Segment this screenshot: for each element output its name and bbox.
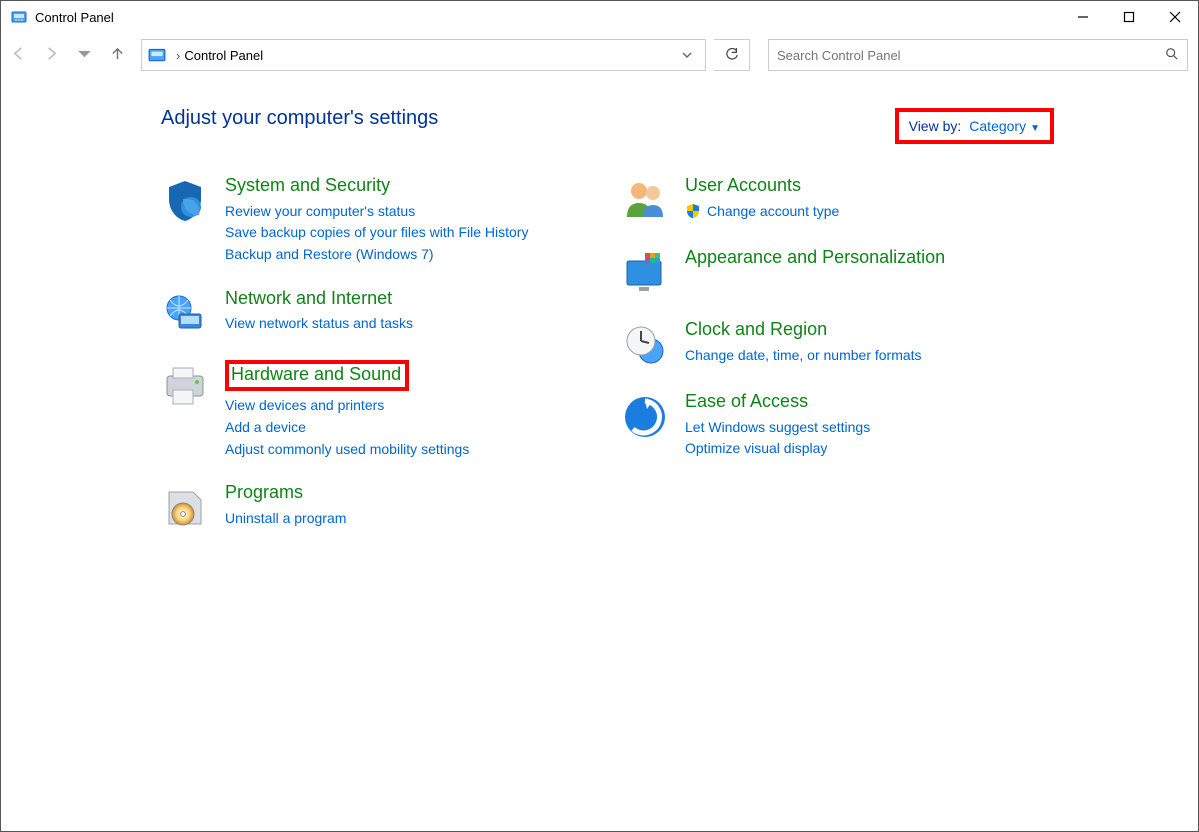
task-link[interactable]: Add a device (225, 417, 469, 439)
back-button[interactable] (11, 46, 26, 64)
close-button[interactable] (1152, 1, 1198, 33)
uac-shield-icon (685, 203, 701, 219)
ease-of-access-icon (621, 393, 669, 441)
address-dropdown[interactable] (669, 49, 705, 61)
address-bar[interactable]: › Control Panel (141, 39, 706, 71)
task-link[interactable]: Change account type (707, 201, 839, 223)
task-link[interactable]: Save backup copies of your files with Fi… (225, 222, 528, 244)
category-ease-of-access: Ease of Access Let Windows suggest setti… (621, 391, 1031, 460)
category-hardware: Hardware and Sound View devices and prin… (161, 360, 571, 461)
refresh-button[interactable] (714, 39, 750, 71)
category-title-user[interactable]: User Accounts (685, 175, 801, 197)
window-title: Control Panel (35, 10, 114, 25)
shield-icon (161, 177, 209, 225)
category-programs: Programs Uninstall a program (161, 482, 571, 532)
search-input[interactable] (777, 48, 1165, 63)
category-title-ease[interactable]: Ease of Access (685, 391, 808, 413)
forward-button[interactable] (44, 46, 59, 64)
task-link[interactable]: Adjust commonly used mobility settings (225, 439, 469, 461)
category-appearance: Appearance and Personalization (621, 247, 1031, 297)
recent-button[interactable] (77, 46, 92, 64)
view-by-value[interactable]: Category▼ (969, 118, 1040, 134)
task-link[interactable]: Optimize visual display (685, 438, 870, 460)
category-title-network[interactable]: Network and Internet (225, 288, 392, 310)
category-title-clock[interactable]: Clock and Region (685, 319, 827, 341)
content-area: Adjust your computer's settings System a… (1, 77, 1198, 554)
task-link[interactable]: View devices and printers (225, 395, 469, 417)
search-box[interactable] (768, 39, 1188, 71)
minimize-button[interactable] (1060, 1, 1106, 33)
task-link[interactable]: Change date, time, or number formats (685, 345, 922, 367)
search-icon (1165, 47, 1179, 64)
task-link[interactable]: Review your computer's status (225, 201, 528, 223)
users-icon (621, 177, 669, 225)
task-link[interactable]: View network status and tasks (225, 313, 413, 335)
clock-globe-icon (621, 321, 669, 369)
control-panel-icon (148, 46, 166, 64)
titlebar: Control Panel (1, 1, 1198, 33)
breadcrumb[interactable]: Control Panel (184, 48, 263, 63)
chevron-down-icon: ▼ (1030, 123, 1040, 134)
nav-arrows (11, 46, 125, 64)
view-by-label: View by: (909, 118, 962, 134)
globe-network-icon (161, 290, 209, 338)
chevron-right-icon[interactable]: › (176, 48, 180, 63)
maximize-button[interactable] (1106, 1, 1152, 33)
category-clock-region: Clock and Region Change date, time, or n… (621, 319, 1031, 369)
disc-box-icon (161, 484, 209, 532)
task-link[interactable]: Uninstall a program (225, 508, 346, 530)
category-title-hardware[interactable]: Hardware and Sound (225, 360, 409, 392)
category-title-system[interactable]: System and Security (225, 175, 390, 197)
up-button[interactable] (110, 46, 125, 64)
category-system-security: System and Security Review your computer… (161, 175, 571, 266)
printer-icon (161, 362, 209, 410)
category-title-appearance[interactable]: Appearance and Personalization (685, 247, 945, 269)
control-panel-app-icon (11, 9, 27, 25)
task-link[interactable]: Backup and Restore (Windows 7) (225, 244, 528, 266)
view-by-selector[interactable]: View by: Category▼ (895, 108, 1054, 144)
window-controls (1060, 1, 1198, 33)
category-user-accounts: User Accounts Change account type (621, 175, 1031, 225)
category-network: Network and Internet View network status… (161, 288, 571, 338)
category-title-programs[interactable]: Programs (225, 482, 303, 504)
monitor-colors-icon (621, 249, 669, 297)
toolbar: › Control Panel (1, 33, 1198, 77)
task-link[interactable]: Let Windows suggest settings (685, 417, 870, 439)
